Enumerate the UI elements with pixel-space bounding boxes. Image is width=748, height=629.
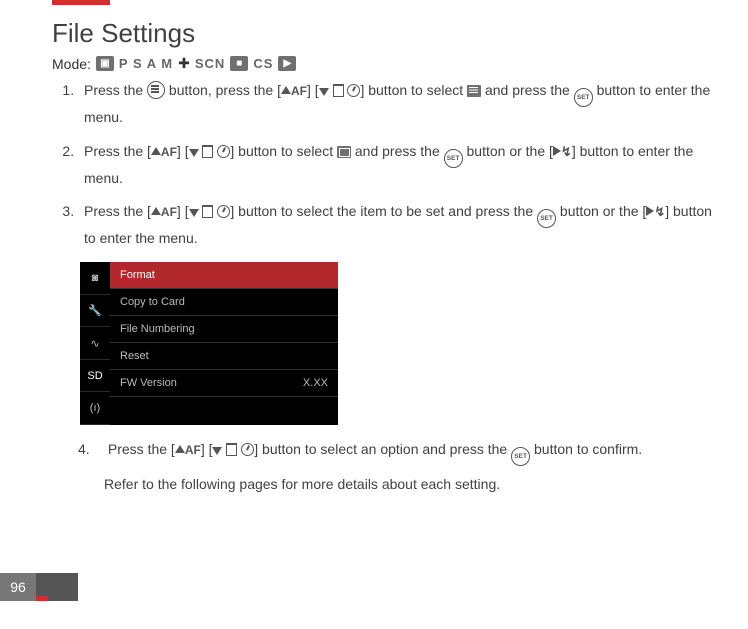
lcd-item-reset: Reset [110, 343, 338, 370]
down-trash-timer-bracket: [ ] [185, 143, 235, 159]
lcd-tab-sd: SD [80, 360, 110, 393]
timer-icon [241, 443, 254, 456]
thumb-tab [36, 573, 78, 601]
right-flash-bracket: [↯] [549, 143, 576, 159]
trash-icon [333, 84, 344, 97]
video-icon: ■ [230, 56, 248, 71]
mode-cs: CS [253, 56, 273, 71]
arrow-down-icon [212, 447, 222, 455]
top-red-bar [52, 0, 110, 5]
lcd-item-copy: Copy to Card [110, 289, 338, 316]
card-grey-icon [337, 146, 351, 158]
arrow-right-icon [646, 206, 654, 216]
lcd-item-fw: FW Version X.XX [110, 370, 338, 397]
step-2: Press the [AF] [ ] button to select and … [78, 141, 724, 190]
page-title: File Settings [52, 18, 724, 49]
up-af-bracket: [AF] [171, 441, 205, 457]
arrow-up-icon [151, 147, 161, 155]
lcd-sidebar: ◙ 🔧 ∿ SD (ı) [80, 262, 110, 425]
page-content: File Settings Mode: ▣ P S A M ✚ SCN ■ CS… [0, 0, 748, 492]
step-1: Press the button, press the [AF] [ ] but… [78, 80, 724, 129]
down-trash-timer-bracket: [ ] [315, 82, 365, 98]
down-trash-timer-bracket: [ ] [209, 441, 259, 457]
set-button-icon: SET [511, 447, 530, 466]
instruction-list: Press the button, press the [AF] [ ] but… [52, 80, 724, 250]
arrow-up-icon [151, 207, 161, 215]
arrow-down-icon [189, 149, 199, 157]
arrow-up-icon [281, 86, 291, 94]
flash-icon: ↯ [561, 142, 572, 162]
lcd-tab-wave: ∿ [80, 327, 110, 360]
play-icon: ▶ [278, 56, 296, 71]
trash-icon [202, 205, 213, 218]
timer-icon [217, 145, 230, 158]
up-af-bracket: [AF] [277, 82, 311, 98]
set-button-icon: SET [444, 149, 463, 168]
mode-row: Mode: ▣ P S A M ✚ SCN ■ CS ▶ [52, 55, 724, 72]
camera-icon: ▣ [96, 56, 114, 71]
set-button-icon: SET [537, 209, 556, 228]
page-number: 96 [0, 573, 36, 601]
trash-icon [226, 443, 237, 456]
auto-plus-icon: ✚ [178, 55, 190, 72]
lcd-menu: ◙ 🔧 ∿ SD (ı) Format Copy to Card File Nu… [80, 262, 338, 425]
mode-label: Mode: [52, 56, 91, 72]
timer-icon [217, 205, 230, 218]
arrow-down-icon [189, 209, 199, 217]
flash-icon: ↯ [654, 202, 665, 222]
menu-grey-icon [467, 85, 481, 97]
menu-button-icon [147, 81, 165, 99]
arrow-right-icon [553, 146, 561, 156]
arrow-down-icon [319, 88, 329, 96]
arrow-up-icon [175, 445, 185, 453]
timer-icon [347, 84, 360, 97]
lcd-tab-wifi: (ı) [80, 392, 110, 425]
right-flash-bracket: [↯] [642, 203, 669, 219]
lcd-empty-row [110, 397, 338, 425]
step-3: Press the [AF] [ ] button to select the … [78, 201, 724, 250]
down-trash-timer-bracket: [ ] [185, 203, 235, 219]
step-4: 4. Press the [AF] [ ] button to select a… [52, 439, 700, 466]
lcd-list: Format Copy to Card File Numbering Reset… [110, 262, 338, 425]
lcd-item-numbering: File Numbering [110, 316, 338, 343]
mode-scn: SCN [195, 56, 225, 71]
lcd-tab-camera: ◙ [80, 262, 110, 295]
up-af-bracket: [AF] [147, 143, 181, 159]
trash-icon [202, 145, 213, 158]
set-button-icon: SET [574, 88, 593, 107]
lcd-tab-wrench: 🔧 [80, 295, 110, 328]
up-af-bracket: [AF] [147, 203, 181, 219]
lcd-item-format: Format [110, 262, 338, 289]
mode-letters: P S A M [119, 56, 173, 71]
refer-text: Refer to the following pages for more de… [52, 476, 724, 492]
